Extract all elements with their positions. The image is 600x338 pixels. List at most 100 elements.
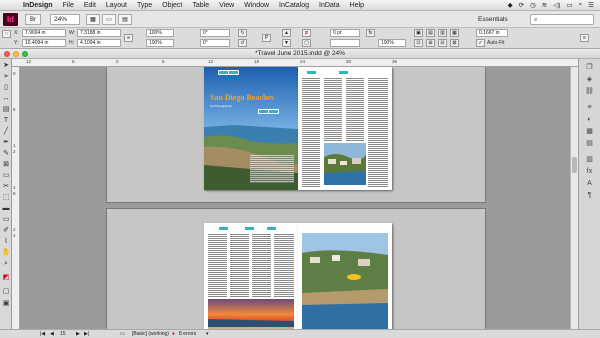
pages-icon[interactable]: ❐ <box>584 63 595 72</box>
first-page-icon[interactable]: |◀ <box>40 330 45 338</box>
horizontal-ruler[interactable]: 12 6 0 6 12 18 24 30 36 <box>12 59 578 67</box>
gradient-feather-icon[interactable]: ▭ <box>1 215 11 224</box>
type-icon[interactable]: T <box>1 116 11 125</box>
opacity-field[interactable]: 100% <box>378 39 406 47</box>
column-offset-field[interactable]: 0.1667 in <box>476 29 508 37</box>
select-content-icon[interactable]: ▼ <box>282 39 291 47</box>
color-icon[interactable]: ◐ <box>584 115 595 124</box>
sunset-photo[interactable] <box>208 299 294 329</box>
shear-angle-field[interactable]: 0° <box>200 39 230 47</box>
rectangle-frame-icon[interactable]: ⊠ <box>1 160 11 169</box>
flip-horizontal-icon[interactable]: P <box>262 34 271 42</box>
fill-color-icon[interactable]: ⧄ <box>302 29 311 37</box>
reference-point-icon[interactable]: ⁙ <box>2 30 11 38</box>
wifi-icon[interactable]: ≋ <box>542 1 547 9</box>
menu-edit[interactable]: Edit <box>79 0 101 11</box>
width-field[interactable]: 7.3188 in <box>77 29 121 37</box>
content-collector-icon[interactable]: ▤ <box>1 105 11 114</box>
fill-proportionally-icon[interactable]: ⊟ <box>438 39 447 47</box>
sync-icon[interactable]: ⟳ <box>519 1 524 9</box>
caption-text-block[interactable] <box>250 155 294 183</box>
hand-icon[interactable]: ✋ <box>1 248 11 257</box>
free-transform-icon[interactable]: ⬚ <box>1 193 11 202</box>
line-icon[interactable]: ╱ <box>1 127 11 136</box>
character-styles-icon[interactable]: A <box>584 179 595 188</box>
fill-stroke-icon[interactable]: ◩ <box>1 273 11 282</box>
y-position-field[interactable]: 10.4094 in <box>22 39 66 47</box>
control-panel-menu-icon[interactable]: ≡ <box>580 34 589 42</box>
swatches-icon[interactable]: ▦ <box>584 127 595 136</box>
effects-fx-icon[interactable]: fx <box>366 29 375 37</box>
stroke-type-field[interactable] <box>330 39 360 47</box>
vertical-ruler[interactable]: 0 6 1 2 1 8 2 4 <box>12 67 20 329</box>
menu-indesign[interactable]: InDesign <box>18 0 58 11</box>
preflight-menu-icon[interactable]: ▾ <box>206 330 209 338</box>
coastal-village-photo[interactable] <box>324 143 366 185</box>
preflight-profile[interactable]: [Basic] (working) <box>132 330 169 338</box>
stroke-icon[interactable]: ≡ <box>584 103 595 112</box>
link-tag-icon[interactable] <box>228 70 239 75</box>
scissors-icon[interactable]: ✂ <box>1 182 11 191</box>
screen-mode-normal-icon[interactable]: ▣ <box>1 299 11 308</box>
link-tag-icon[interactable] <box>218 226 229 231</box>
link-tag-icon[interactable] <box>266 226 277 231</box>
effects-icon[interactable]: fx <box>584 167 595 176</box>
view-options-icon[interactable]: ▦ <box>86 14 100 25</box>
text-column[interactable] <box>274 233 294 297</box>
page-icon[interactable]: ▯ <box>1 83 11 92</box>
zoom-icon[interactable]: ⌕ <box>1 259 11 268</box>
fit-frame-icon[interactable]: ⊞ <box>426 39 435 47</box>
scale-y-field[interactable]: 100% <box>146 39 174 47</box>
arrange-documents-icon[interactable]: ▤ <box>118 14 132 25</box>
page-number-field[interactable]: 15 <box>60 330 66 338</box>
note-icon[interactable]: ✐ <box>1 226 11 235</box>
pasteboard[interactable]: San Diego Beaches by Photographer <box>20 67 578 329</box>
stroke-weight-field[interactable]: 0 pt <box>330 29 360 37</box>
direct-selection-icon[interactable]: ➢ <box>1 72 11 81</box>
text-column[interactable] <box>302 77 320 187</box>
formatting-affects-container-icon[interactable]: ▢ <box>1 287 11 296</box>
text-column[interactable] <box>230 233 249 297</box>
vertical-scrollbar[interactable] <box>570 67 578 329</box>
height-field[interactable]: 4.1094 in <box>77 39 121 47</box>
eyedropper-icon[interactable]: ⌇ <box>1 237 11 246</box>
menu-type[interactable]: Type <box>132 0 157 11</box>
link-tag-icon[interactable] <box>338 70 349 75</box>
rotation-angle-field[interactable]: 0° <box>200 29 230 37</box>
menu-object[interactable]: Object <box>157 0 187 11</box>
link-tag-icon[interactable] <box>306 70 317 75</box>
text-wrap-shape-icon[interactable]: ▦ <box>450 29 459 37</box>
spotlight-icon[interactable]: ⌕ <box>579 1 583 9</box>
spread-2-left-page[interactable] <box>204 223 298 329</box>
preflight-errors[interactable]: 8 errors <box>179 330 196 338</box>
cc-libraries-icon[interactable]: ▤ <box>584 139 595 148</box>
selection-icon[interactable]: ➤ <box>1 61 11 70</box>
battery-icon[interactable]: ▭ <box>566 1 572 9</box>
rectangle-icon[interactable]: ▭ <box>1 171 11 180</box>
text-wrap-icon[interactable]: ▥ <box>584 155 595 164</box>
autofit-checkbox[interactable]: ✓ <box>476 39 485 47</box>
layers-icon[interactable]: ◈ <box>584 75 595 84</box>
notification-center-icon[interactable]: ☰ <box>588 1 594 9</box>
constrain-proportions-icon[interactable]: ∞ <box>124 34 133 42</box>
workspace-switcher[interactable]: Essentials <box>478 14 508 25</box>
menu-file[interactable]: File <box>58 0 79 11</box>
volume-icon[interactable]: ◁) <box>553 1 560 9</box>
help-search-input[interactable]: ⌕ <box>530 14 594 25</box>
text-column[interactable] <box>368 77 388 187</box>
pen-icon[interactable]: ✒ <box>1 138 11 147</box>
select-container-icon[interactable]: ▲ <box>282 29 291 37</box>
error-indicator-icon[interactable]: ● <box>172 330 175 338</box>
open-page-icon[interactable]: ▭ <box>120 330 125 338</box>
text-column[interactable] <box>346 77 364 142</box>
scale-x-field[interactable]: 100% <box>146 29 174 37</box>
menu-table[interactable]: Table <box>187 0 214 11</box>
link-tag-icon[interactable] <box>244 226 255 231</box>
text-wrap-bbox-icon[interactable]: ▥ <box>438 29 447 37</box>
menu-indata[interactable]: InData <box>314 0 345 11</box>
spread-2-right-page[interactable] <box>298 223 392 329</box>
bridge-button[interactable]: Br <box>25 14 41 25</box>
pencil-icon[interactable]: ✎ <box>1 149 11 158</box>
zoom-level-field[interactable]: 24% <box>50 14 80 25</box>
screen-mode-icon[interactable]: ▭ <box>102 14 116 25</box>
